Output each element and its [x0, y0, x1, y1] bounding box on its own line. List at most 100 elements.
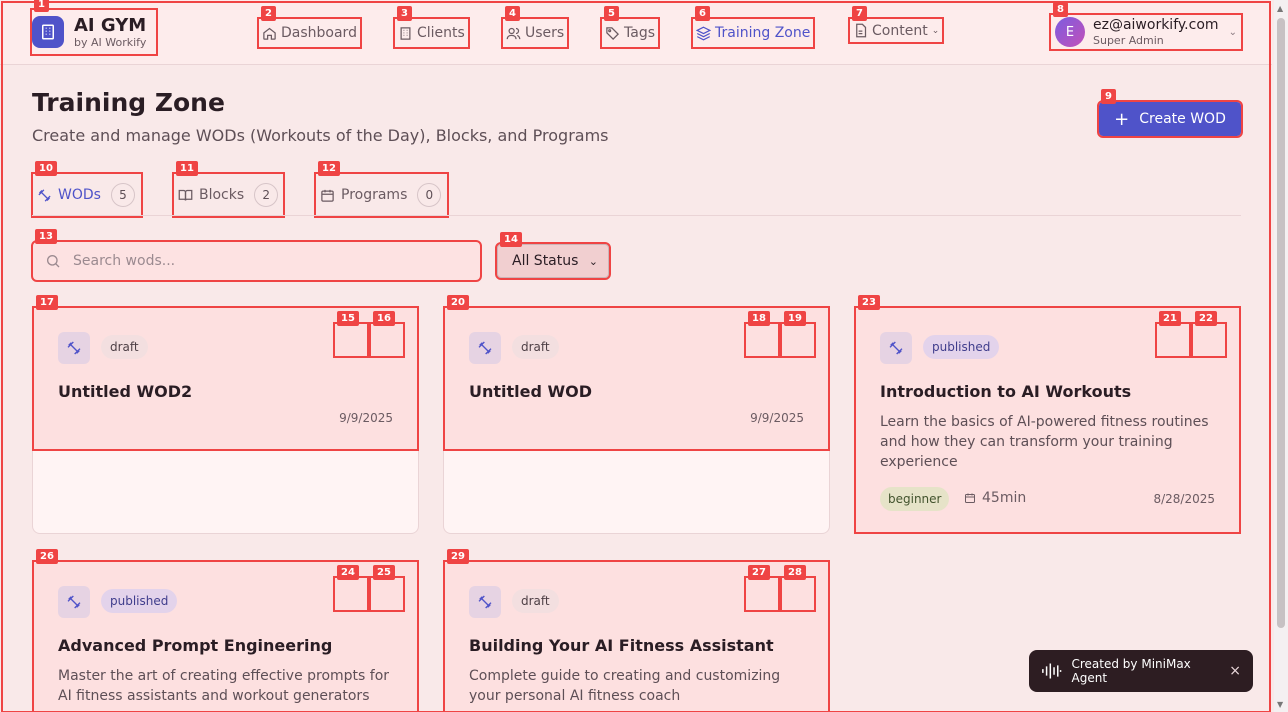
brand-subtitle: by AI Workify [74, 35, 147, 49]
users-icon [506, 27, 521, 39]
tab-count: 2 [254, 183, 279, 207]
page-subtitle: Create and manage WODs (Workouts of the … [32, 126, 609, 145]
status-badge: draft [512, 335, 559, 359]
tab-programs[interactable]: 12 Programs 0 [314, 161, 449, 218]
create-wod-button[interactable]: 9 + Create WOD [1097, 89, 1243, 138]
brand-title: AI GYM [74, 14, 147, 36]
delete-button[interactable]: 25 [369, 565, 405, 612]
card-title: Advanced Prompt Engineering [58, 636, 333, 655]
card-title: Untitled WOD2 [58, 382, 193, 401]
edit-button[interactable]: 27 [744, 565, 780, 612]
edit-button[interactable]: 21 [1155, 311, 1191, 358]
dumbbell-icon [880, 332, 912, 364]
card-description: Learn the basics of AI-powered fitness r… [880, 414, 1209, 470]
edit-button[interactable]: 24 [333, 565, 369, 612]
scroll-up-icon[interactable]: ▲ [1277, 4, 1283, 13]
wod-card-untitled-wod2[interactable]: 17 draft Untitled WOD2 9/9/2025 15 16 [32, 295, 419, 451]
search-input[interactable]: 13 Search wods... [31, 229, 482, 282]
dumbbell-icon [469, 332, 501, 364]
tab-label: Blocks [199, 187, 245, 203]
tab-blocks[interactable]: 11 Blocks 2 [172, 161, 285, 218]
duration: 45min [964, 490, 1026, 506]
tab-divider [32, 215, 1241, 216]
wod-card-untitled-wod[interactable]: 20 draft Untitled WOD 9/9/2025 18 19 [443, 295, 830, 451]
status-badge: published [101, 589, 178, 613]
nav-label: Dashboard [281, 25, 357, 41]
user-role: Super Admin [1093, 34, 1164, 47]
tab-label: WODs [58, 187, 101, 203]
card-date: 9/9/2025 [339, 411, 393, 425]
scrollbar-thumb[interactable] [1277, 18, 1285, 628]
close-icon[interactable]: × [1229, 663, 1241, 679]
wod-card-building-your-ai-fitness-assistant[interactable]: 29 draft Building Your AI Fitness Assist… [443, 549, 830, 712]
dumbbell-icon [58, 586, 90, 618]
search-icon [47, 254, 60, 268]
nav-clients[interactable]: 3 Clients [393, 6, 470, 49]
tab-count: 5 [110, 183, 135, 207]
wod-card-introduction-to-ai-workouts[interactable]: 23 published Introduction to AI Workouts… [854, 295, 1241, 534]
delete-button[interactable]: 22 [1191, 311, 1227, 358]
status-filter-value: All Status [512, 253, 579, 269]
document-icon [856, 23, 867, 38]
card-date: 9/9/2025 [750, 411, 804, 425]
dumbbell-icon [469, 586, 501, 618]
chevron-down-icon: ⌄ [588, 254, 598, 268]
building-icon [400, 26, 411, 40]
card-description: Complete guide to creating and customizi… [469, 668, 781, 704]
card-date: 8/28/2025 [1153, 492, 1215, 506]
nav-users[interactable]: 4 Users [500, 6, 570, 49]
layers-icon [696, 26, 711, 40]
status-badge: draft [101, 335, 148, 359]
duration-value: 45min [982, 490, 1027, 506]
level-badge: beginner [880, 487, 950, 511]
tab-count: 0 [417, 183, 442, 207]
book-icon [178, 189, 193, 201]
building-icon [32, 16, 64, 48]
wod-card-advanced-prompt-engineering[interactable]: 26 published Advanced Prompt Engineering… [32, 549, 419, 712]
user-menu[interactable]: 8 E ez@aiworkify.com Super Admin ⌄ [1049, 2, 1243, 51]
chevron-down-icon: ⌄ [1228, 26, 1237, 38]
dumbbell-icon [58, 332, 90, 364]
calendar-icon [321, 189, 334, 202]
card-title: Building Your AI Fitness Assistant [469, 636, 774, 655]
delete-button[interactable]: 16 [369, 311, 405, 358]
nav-label: Users [525, 25, 565, 41]
search-placeholder: Search wods... [73, 253, 176, 269]
status-badge: draft [512, 589, 559, 613]
status-filter-select[interactable]: 14 All Status ⌄ [495, 232, 611, 280]
minimax-toast: Created by MiniMax Agent × [1029, 650, 1253, 692]
edit-button[interactable]: 18 [744, 311, 780, 358]
nav-label: Tags [624, 25, 655, 41]
calendar-icon [965, 493, 975, 503]
page-title: Training Zone [32, 88, 225, 117]
top-header: 1 AI GYM by AI Workify 2 Dashboard 3 Cli… [0, 0, 1272, 65]
nav-dashboard[interactable]: 2 Dashboard [257, 6, 362, 49]
nav-label: Clients [417, 25, 465, 41]
user-email: ez@aiworkify.com [1093, 17, 1219, 33]
nav-tags[interactable]: 5 Tags [600, 6, 660, 49]
delete-button[interactable]: 19 [780, 311, 816, 358]
delete-button[interactable]: 28 [780, 565, 816, 612]
audio-wave-icon [1042, 663, 1062, 679]
plus-icon: + [1114, 108, 1130, 130]
nav-label: Training Zone [715, 25, 811, 41]
nav-label: Content [872, 22, 928, 39]
toast-label: Created by MiniMax Agent [1071, 657, 1191, 685]
scrollbar[interactable]: ▲ ▼ [1274, 0, 1288, 712]
scroll-down-icon[interactable]: ▼ [1277, 700, 1283, 709]
chevron-down-icon: ⌄ [931, 25, 940, 36]
brand-logo-link[interactable]: 1 AI GYM by AI Workify [30, 0, 158, 56]
home-icon [263, 27, 276, 40]
card-description: Master the art of creating effective pro… [58, 668, 390, 704]
tag-icon [606, 26, 620, 40]
create-wod-label: Create WOD [1139, 111, 1226, 127]
tab-wods[interactable]: 10 WODs 5 [31, 161, 143, 218]
edit-button[interactable]: 15 [333, 311, 369, 358]
card-title: Untitled WOD [469, 382, 593, 401]
status-badge: published [923, 335, 1000, 359]
nav-content-dropdown[interactable]: 7 Content ⌄ [847, 6, 945, 44]
dumbbell-icon [38, 188, 51, 202]
card-title: Introduction to AI Workouts [880, 382, 1132, 401]
nav-training-zone[interactable]: 6 Training Zone [690, 6, 816, 49]
tab-label: Programs [341, 187, 408, 203]
